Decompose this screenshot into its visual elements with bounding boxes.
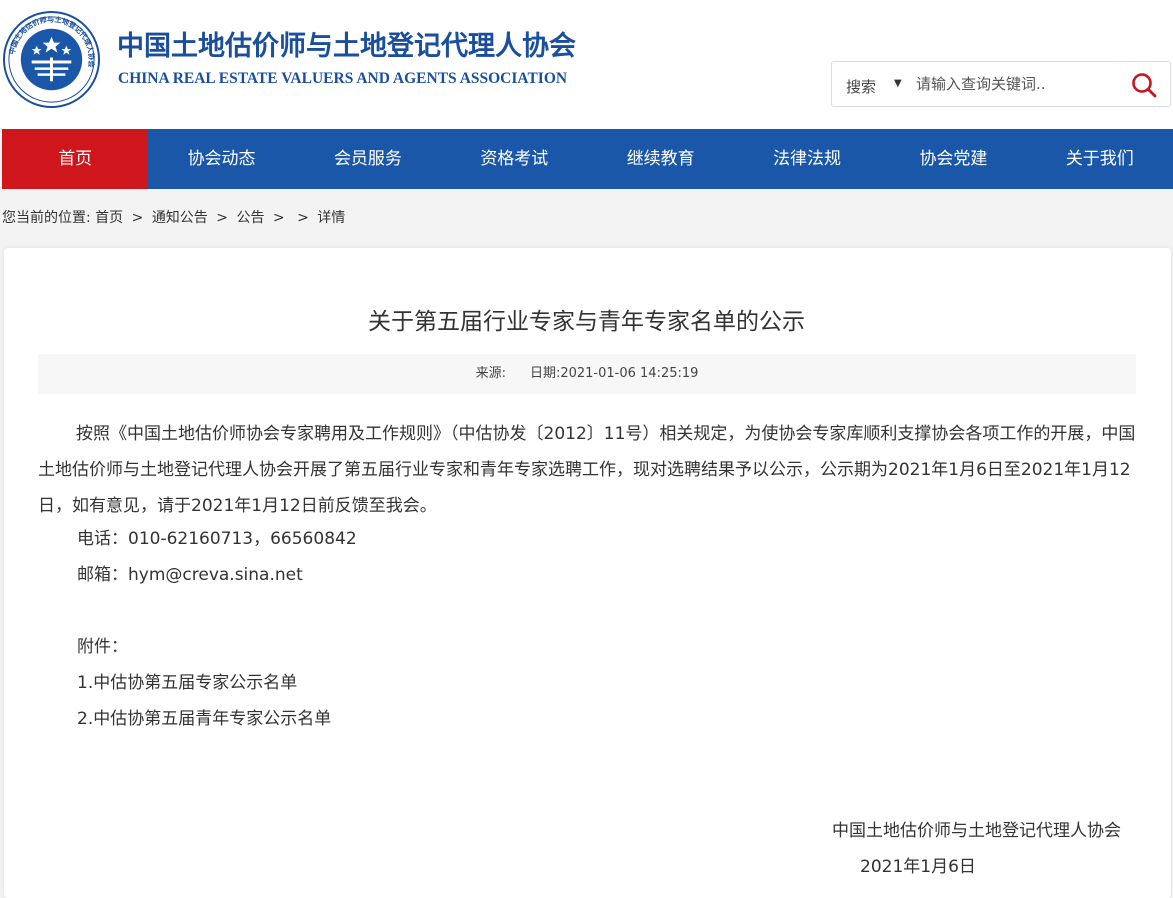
signature-date: 2021年1月6日 <box>860 857 976 877</box>
attachment-link[interactable]: 2.中估协第五届青年专家公示名单 <box>77 704 331 729</box>
breadcrumb-announcements[interactable]: 公告 <box>236 210 264 226</box>
breadcrumb-separator: > <box>297 210 309 226</box>
breadcrumb-separator: > <box>131 210 144 226</box>
search-input[interactable] <box>916 71 1116 97</box>
signature-org: 中国土地估价师与土地登记代理人协会 <box>832 821 1121 841</box>
breadcrumb-notices[interactable]: 通知公告 <box>152 210 208 226</box>
contact-email: 邮箱：hym@creva.sina.net <box>77 565 303 585</box>
breadcrumb-current: 详情 <box>317 210 346 226</box>
search-icon[interactable] <box>1130 71 1158 99</box>
org-name-en: CHINA REAL ESTATE VALUERS AND AGENTS ASS… <box>118 70 568 87</box>
nav-item-party-building[interactable]: 协会党建 <box>880 129 1026 189</box>
site-header: 中国土地估价师与土地登记代理人协会 中国土地估价师与土地登记代理人协会 CHIN… <box>0 0 1173 129</box>
date-label: 日期: <box>529 366 561 381</box>
main-nav: 首页 协会动态 会员服务 资格考试 继续教育 法律法规 协会党建 关于我们 <box>2 129 1173 189</box>
breadcrumb-home[interactable]: 首页 <box>95 210 123 226</box>
search-box: 搜索 ▼ <box>831 61 1171 107</box>
attachments-label: 附件： <box>77 637 128 657</box>
nav-item-home[interactable]: 首页 <box>2 129 149 189</box>
date-value: 2021-01-06 14:25:19 <box>560 366 699 381</box>
nav-item-news[interactable]: 协会动态 <box>148 129 294 189</box>
search-scope-select[interactable]: 搜索 <box>846 76 876 97</box>
article-paragraph: 按照《中国土地估价师协会专家聘用及工作规则》（中估协发〔2012〕11号）相关规… <box>38 424 1136 516</box>
nav-item-continuing-education[interactable]: 继续教育 <box>588 129 734 189</box>
article-title: 关于第五届行业专家与青年专家名单的公示 <box>368 309 805 335</box>
nav-item-qualification-exam[interactable]: 资格考试 <box>441 129 587 189</box>
source-label: 来源: <box>475 366 506 381</box>
org-name-cn: 中国土地估价师与土地登记代理人协会 <box>117 31 576 62</box>
nav-item-about-us[interactable]: 关于我们 <box>1027 129 1173 189</box>
attachment-link[interactable]: 1.中估协第五届专家公示名单 <box>77 668 297 693</box>
breadcrumb-prefix: 您当前的位置: <box>2 210 91 226</box>
breadcrumb: 您当前的位置: 首页 > 通知公告 > 公告 > > 详情 <box>2 207 345 227</box>
breadcrumb-separator: > <box>216 210 228 226</box>
article-meta: 来源: 日期:2021-01-06 14:25:19 <box>38 354 1136 394</box>
nav-item-laws[interactable]: 法律法规 <box>734 129 880 189</box>
nav-item-member-services[interactable]: 会员服务 <box>295 129 441 189</box>
contact-phone: 电话：010-62160713，66560842 <box>77 529 357 549</box>
caret-down-icon[interactable]: ▼ <box>894 78 902 89</box>
breadcrumb-separator: > <box>272 210 285 226</box>
association-emblem-icon[interactable]: 中国土地估价师与土地登记代理人协会 <box>2 10 101 109</box>
